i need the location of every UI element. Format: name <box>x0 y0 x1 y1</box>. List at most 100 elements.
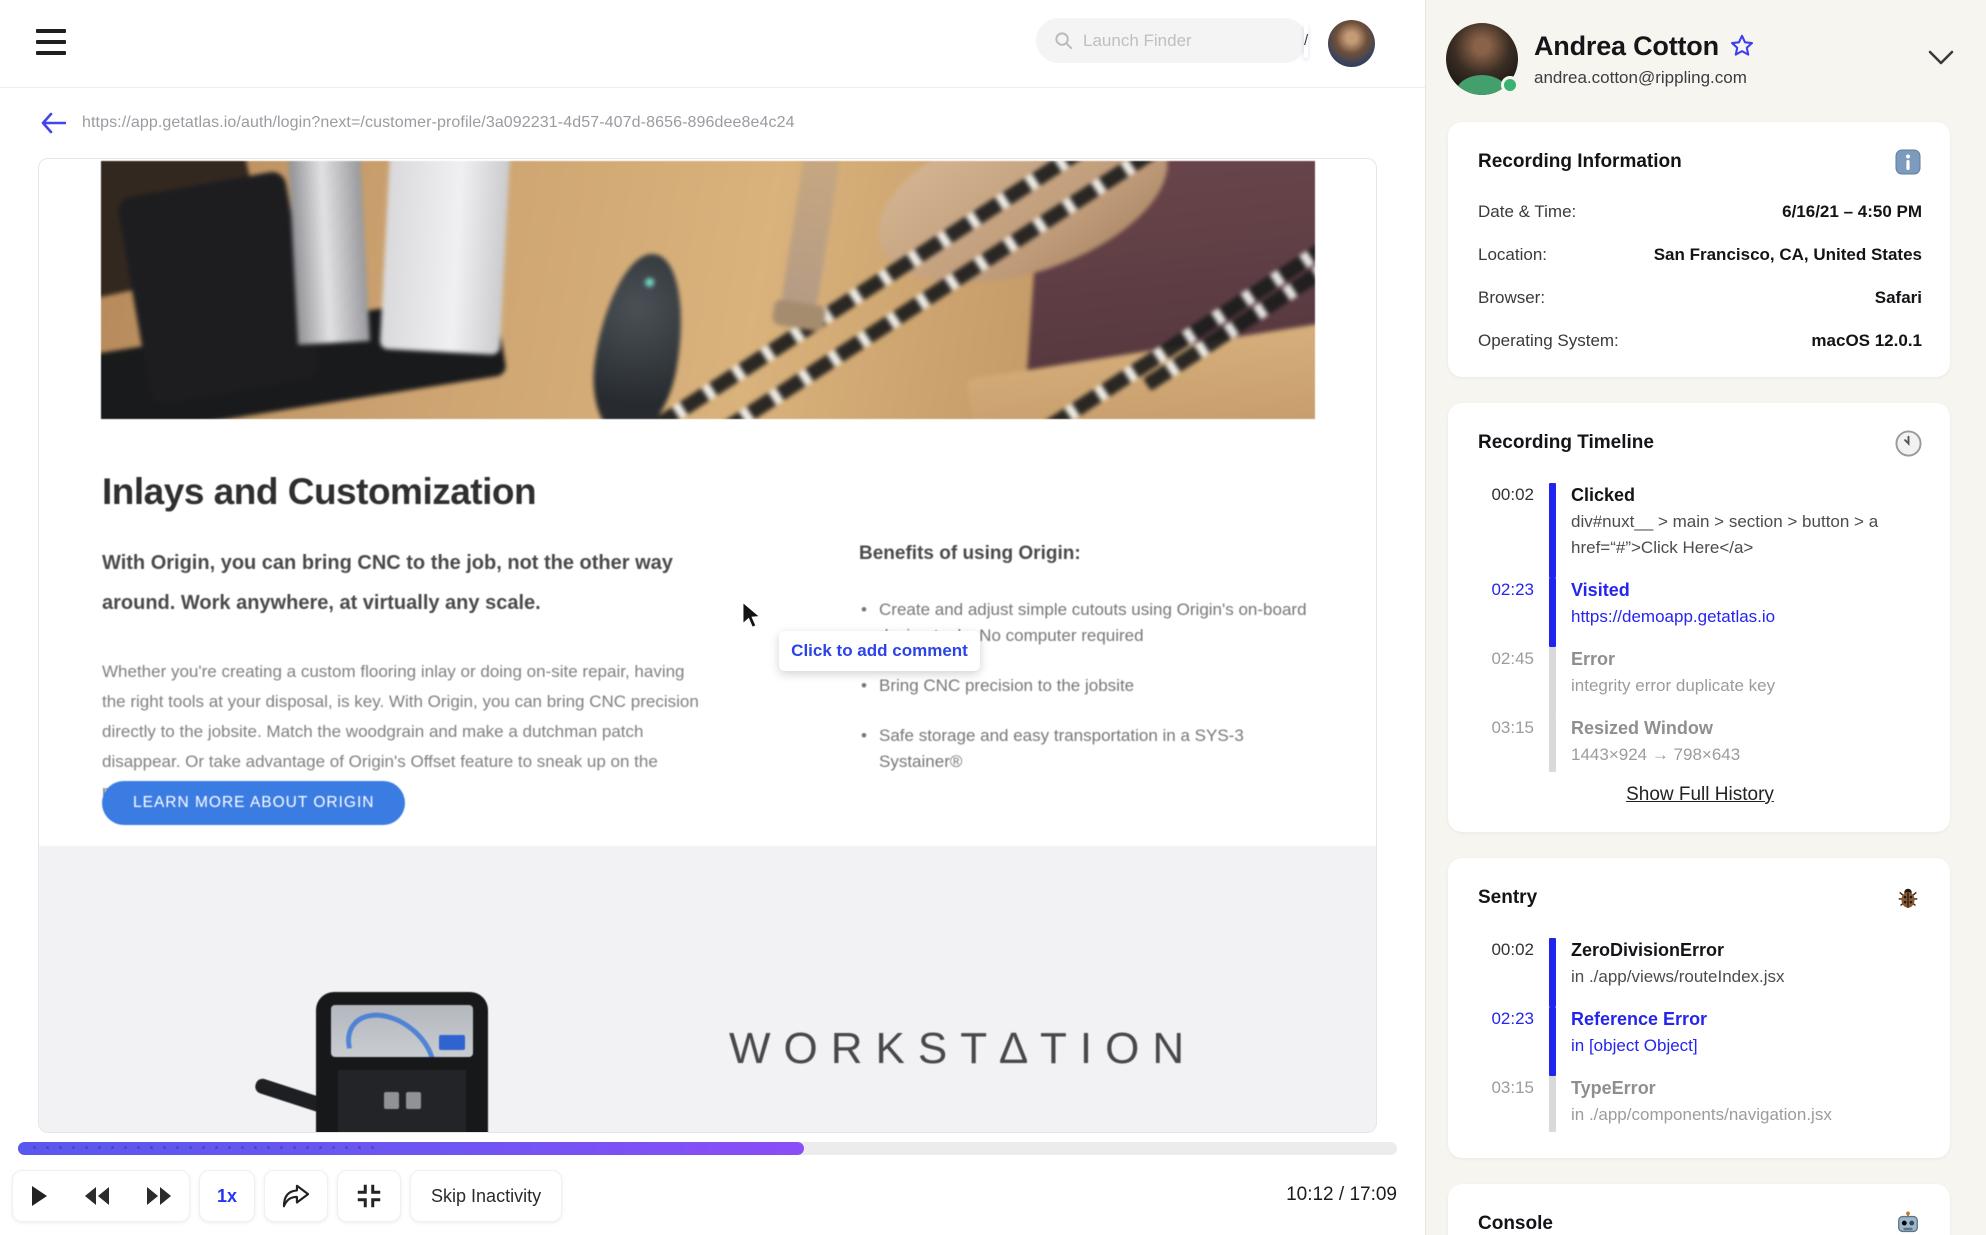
page-heading: Inlays and Customization <box>102 471 537 512</box>
benefit-item: Bring CNC precision to the jobsite <box>859 673 1315 699</box>
playback-speed-button[interactable]: 1x <box>200 1170 254 1222</box>
info-label: Operating System: <box>1478 331 1619 350</box>
info-label: Location: <box>1478 245 1547 264</box>
event-time: 00:02 <box>1491 485 1534 504</box>
sentry-title: Sentry <box>1478 887 1538 908</box>
event-title: Resized Window <box>1571 718 1713 738</box>
event-link[interactable]: https://demoapp.getatlas.io <box>1571 604 1922 630</box>
rewind-icon <box>85 1187 109 1205</box>
timeline-event-error[interactable]: 02:45 Error integrity error duplicate ke… <box>1478 647 1922 716</box>
event-title: TypeError <box>1571 1078 1656 1098</box>
playback-time-display: 10:12 / 17:09 <box>1286 1184 1397 1205</box>
clock-icon <box>1894 429 1922 457</box>
sentry-event-zerodivision[interactable]: 00:02 ZeroDivisionError in ./app/views/r… <box>1478 938 1922 1007</box>
playback-progress-bar[interactable] <box>18 1142 1397 1155</box>
console-title: Console <box>1478 1213 1553 1234</box>
fast-forward-icon <box>147 1187 171 1205</box>
collapse-view-button[interactable] <box>338 1170 400 1222</box>
replay-main-area: / https://app.getatlas.io/auth/login?nex… <box>0 0 1425 1235</box>
sentry-event-reference-error[interactable]: 02:23 Reference Error in [object Object] <box>1478 1007 1922 1076</box>
info-label: Date & Time: <box>1478 202 1577 221</box>
hamburger-menu-button[interactable] <box>36 26 68 58</box>
info-label: Browser: <box>1478 288 1546 307</box>
add-comment-tooltip-label: Click to add comment <box>791 641 968 660</box>
event-detail: div#nuxt__ > main > section > button > a… <box>1571 512 1879 557</box>
hero-image-woodworking <box>101 161 1315 419</box>
share-forward-button[interactable] <box>265 1170 327 1222</box>
event-time: 02:23 <box>1491 580 1534 599</box>
launch-finder-search[interactable]: / <box>1036 18 1309 63</box>
recording-timeline-card: Recording Timeline 00:02 Clicked div#nux… <box>1448 403 1950 832</box>
robot-icon <box>1894 1210 1922 1235</box>
event-detail: in [object Object] <box>1571 1036 1698 1055</box>
event-title: Error <box>1571 649 1616 669</box>
console-card: Console <box>1448 1184 1950 1235</box>
timeline-event-visited[interactable]: 02:23 Visited https://demoapp.getatlas.i… <box>1478 578 1922 647</box>
favorite-star-button[interactable] <box>1729 33 1755 59</box>
info-value: 6/16/21 – 4:50 PM <box>1782 202 1922 221</box>
recording-timeline-title: Recording Timeline <box>1478 432 1654 453</box>
timeline-event-clicked[interactable]: 00:02 Clicked div#nuxt__ > main > sectio… <box>1478 483 1922 578</box>
current-user-avatar[interactable] <box>1328 20 1375 67</box>
search-input[interactable] <box>1083 30 1304 51</box>
benefit-item: Safe storage and easy transportation in … <box>859 723 1315 775</box>
playback-controls: 1x Skip Inactivity <box>12 1170 563 1222</box>
chevron-down-icon <box>1928 50 1954 64</box>
origin-device-image <box>253 992 488 1132</box>
play-icon <box>32 1186 47 1206</box>
star-icon <box>1730 34 1753 56</box>
learn-more-button: LEARN MORE ABOUT ORIGIN <box>102 781 406 825</box>
event-time: 02:45 <box>1491 649 1534 668</box>
visitor-name: Andrea Cotton <box>1534 30 1719 61</box>
timeline-event-resized[interactable]: 03:15 Resized Window 1443×924 → 798×643 <box>1478 716 1922 772</box>
event-time: 03:15 <box>1491 1078 1534 1097</box>
replay-viewport[interactable]: Inlays and Customization With Origin, yo… <box>38 158 1377 1133</box>
event-detail: integrity error duplicate key <box>1571 676 1776 695</box>
play-button[interactable] <box>13 1170 65 1222</box>
online-status-dot <box>1501 76 1519 94</box>
event-bar <box>1549 1076 1556 1132</box>
info-row: Date & Time: 6/16/21 – 4:50 PM <box>1478 202 1922 222</box>
event-title: Reference Error <box>1571 1009 1708 1029</box>
info-value: macOS 12.0.1 <box>1811 331 1922 350</box>
session-details-sidebar: Andrea Cotton andrea.cotton@rippling.com… <box>1425 0 1986 1235</box>
rewind-button[interactable] <box>67 1170 127 1222</box>
event-bar <box>1549 483 1556 578</box>
collapse-sidebar-button[interactable] <box>1922 44 1960 75</box>
page-intro-text: With Origin, you can bring CNC to the jo… <box>102 552 673 614</box>
event-time: 03:15 <box>1491 718 1534 737</box>
event-bar <box>1549 578 1556 647</box>
playback-progress-fill <box>18 1142 805 1155</box>
info-row: Browser: Safari <box>1478 288 1922 308</box>
event-bar <box>1549 938 1556 1007</box>
event-detail: in ./app/views/routeIndex.jsx <box>1571 967 1785 986</box>
fast-forward-button[interactable] <box>129 1170 189 1222</box>
add-comment-tooltip[interactable]: Click to add comment <box>779 631 980 671</box>
sentry-card: Sentry 00:02 ZeroDivisionError in ./app/… <box>1448 858 1950 1158</box>
workstation-logo-text: WORKST∆TION <box>729 1024 1198 1073</box>
event-detail: in ./app/components/navigation.jsx <box>1571 1105 1832 1124</box>
collapse-icon <box>357 1184 381 1208</box>
event-title: ZeroDivisionError <box>1571 940 1725 960</box>
event-bar <box>1549 716 1556 772</box>
back-arrow-button[interactable] <box>40 112 66 134</box>
share-arrow-icon <box>282 1184 310 1208</box>
show-full-history-link[interactable]: Show Full History <box>1626 784 1774 806</box>
recording-information-card: Recording Information Date & Time: 6/16/… <box>1448 122 1950 377</box>
skip-inactivity-button[interactable]: Skip Inactivity <box>411 1170 561 1222</box>
info-icon <box>1894 148 1922 176</box>
url-bar: https://app.getatlas.io/auth/login?next=… <box>0 88 1425 158</box>
event-title: Clicked <box>1571 485 1636 505</box>
bug-icon <box>1894 884 1922 912</box>
event-time: 02:23 <box>1491 1009 1534 1028</box>
info-value: Safari <box>1874 288 1922 307</box>
sentry-event-typeerror[interactable]: 03:15 TypeError in ./app/components/navi… <box>1478 1076 1922 1132</box>
info-row: Operating System: macOS 12.0.1 <box>1478 331 1922 351</box>
benefits-title: Benefits of using Origin: <box>859 543 1081 564</box>
slash-shortcut-key: / <box>1304 23 1309 58</box>
recorded-cursor-icon <box>739 600 765 636</box>
event-time: 00:02 <box>1491 940 1534 959</box>
page-footer-section: WORKST∆TION <box>39 846 1376 1132</box>
recording-information-title: Recording Information <box>1478 151 1682 172</box>
recorded-page-url: https://app.getatlas.io/auth/login?next=… <box>82 114 795 131</box>
